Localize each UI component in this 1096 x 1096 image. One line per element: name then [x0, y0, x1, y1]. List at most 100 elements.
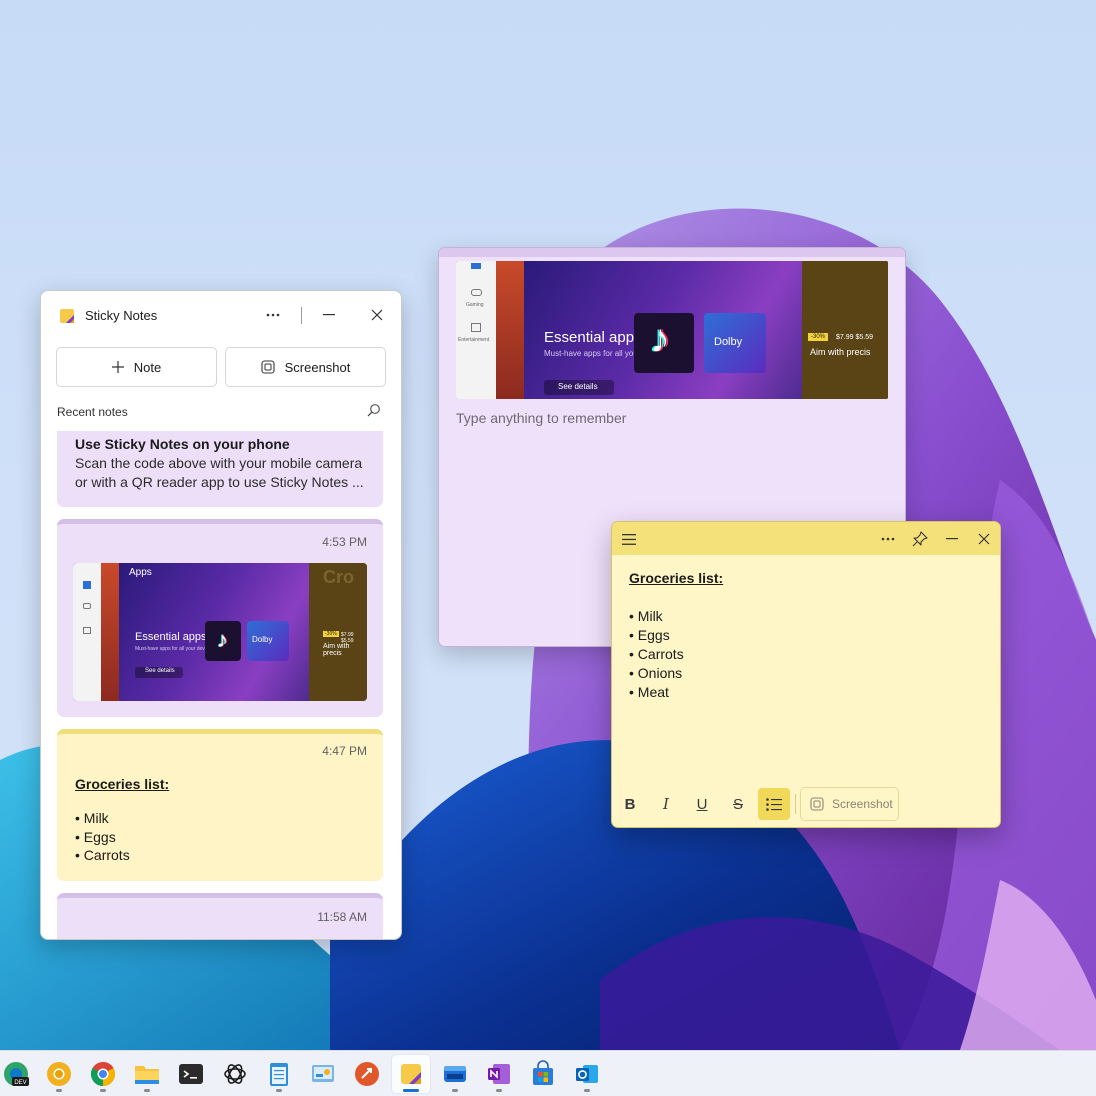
notepad-icon[interactable] [265, 1060, 293, 1088]
onenote-icon[interactable] [485, 1060, 513, 1088]
entertainment-icon [471, 323, 481, 332]
note-card-title: Groceries list: [75, 776, 170, 792]
store-sidebar: Gaming Entertainment [456, 261, 496, 399]
search-icon[interactable] [367, 403, 381, 417]
list-item[interactable]: • Meat [629, 684, 669, 700]
pin-button[interactable] [906, 525, 934, 553]
list-item[interactable]: • Milk [629, 608, 663, 624]
strikethrough-button[interactable]: S [722, 788, 754, 820]
microsoft-store-icon[interactable] [529, 1060, 557, 1088]
bullet-list-button[interactable] [758, 788, 790, 820]
bold-button[interactable]: B [614, 788, 646, 820]
running-indicator [496, 1089, 502, 1092]
running-indicator [100, 1089, 106, 1092]
list-item[interactable]: • Eggs [629, 627, 670, 643]
nav-gaming-label: Gaming [466, 302, 484, 308]
note-title-bar[interactable] [439, 248, 905, 257]
taskbar: DEV [0, 1050, 1096, 1096]
see-details-label: See details [558, 382, 598, 391]
recent-notes-list: Use Sticky Notes on your phone Scan the … [57, 431, 383, 939]
gaming-icon [83, 603, 91, 609]
title-bar[interactable]: Sticky Notes [41, 291, 401, 339]
note-card-time: 4:53 PM [322, 535, 367, 549]
home-icon [471, 263, 481, 269]
minimize-icon [323, 314, 335, 316]
ellipsis-icon [881, 537, 895, 541]
sticky-notes-logo-icon [60, 309, 74, 323]
note-screenshot-image: Gaming Entertainment Essential apps Must… [456, 261, 888, 399]
app-title: Sticky Notes [85, 308, 158, 323]
close-button[interactable] [361, 301, 393, 329]
tiktok-glyph: ♪ [650, 317, 670, 361]
control-panel-icon[interactable] [309, 1060, 337, 1088]
store-screenshot-thumbnail: Apps Essential apps Must-have apps for a… [73, 563, 367, 701]
screenshot-button[interactable]: Screenshot [800, 787, 899, 821]
more-options-button[interactable] [257, 301, 289, 329]
hamburger-icon [622, 533, 636, 545]
nav-entertainment-label: Entertainment [458, 337, 490, 343]
price-label: $7.99 $5.59 [836, 334, 873, 341]
active-indicator [403, 1089, 419, 1092]
screenshot-label: Screenshot [284, 359, 351, 375]
store-subline: Must-have apps for all your devices [135, 646, 214, 652]
yellow-note-window: Groceries list: • Milk • Eggs • Carrots … [611, 521, 1001, 828]
store-right-panel: -30% $7.99 $5.59 Aim with precis [802, 261, 888, 399]
notes-list-button[interactable] [615, 525, 643, 553]
running-indicator [452, 1089, 458, 1092]
note-title[interactable]: Groceries list: [629, 570, 723, 586]
close-button[interactable] [970, 525, 998, 553]
list-item[interactable]: • Onions [629, 665, 682, 681]
note-card-phone[interactable]: Use Sticky Notes on your phone Scan the … [57, 431, 383, 507]
close-icon [371, 309, 383, 321]
list-item[interactable]: • Carrots [629, 646, 684, 662]
discount-badge: -30% [323, 631, 339, 637]
terminal-icon[interactable] [177, 1060, 205, 1088]
file-explorer-icon[interactable] [133, 1060, 161, 1088]
note-card-screenshot[interactable]: 4:53 PM Apps Essential apps Must-have ap… [57, 519, 383, 717]
dev-badge: DEV [14, 1080, 26, 1086]
see-details-pill: See details [544, 380, 614, 395]
dolby-label: Dolby [714, 336, 743, 348]
new-note-button[interactable]: Note [56, 347, 217, 387]
italic-button[interactable]: I [650, 788, 682, 820]
store-right-panel: Cro -30% $7.99 $5.59 Aim with precis [309, 563, 367, 701]
aim-label: Aim with precis [810, 347, 871, 357]
sticky-notes-list-window: Sticky Notes Note Screenshot Recent note… [40, 290, 402, 940]
minimize-button[interactable] [938, 525, 966, 553]
chrome-icon[interactable] [89, 1060, 117, 1088]
toolbar-separator [795, 794, 796, 814]
plus-icon [111, 361, 124, 373]
note-card-title: Use Sticky Notes on your phone [75, 436, 290, 452]
store-headline: Essential apps [135, 631, 207, 643]
note-title-bar[interactable] [612, 522, 1000, 555]
remote-desktop-icon[interactable] [353, 1060, 381, 1088]
note-card-text: Scan the code above with your mobile cam… [75, 455, 364, 490]
note-card-empty[interactable]: 11:58 AM [57, 893, 383, 939]
chrome-canary-icon[interactable] [45, 1060, 73, 1088]
close-icon [978, 533, 990, 545]
bullet-list-icon [766, 797, 782, 811]
dolby-tile: Dolby [247, 621, 289, 661]
sticky-notes-icon[interactable] [397, 1060, 425, 1088]
discount-badge: -30% [808, 333, 829, 341]
dolby-tile: Dolby [704, 313, 766, 373]
underline-button[interactable]: U [686, 788, 718, 820]
outlook-icon[interactable] [573, 1060, 601, 1088]
screenshot-button[interactable]: Screenshot [225, 347, 386, 387]
pin-icon [912, 531, 928, 547]
more-options-button[interactable] [874, 525, 902, 553]
list-item: • Carrots [75, 847, 130, 863]
tiktok-tile: ♪ [634, 313, 694, 373]
chatgpt-icon[interactable] [221, 1060, 249, 1088]
media-player-icon[interactable] [441, 1060, 469, 1088]
note-body-placeholder[interactable]: Type anything to remember [456, 410, 626, 426]
tiktok-glyph: ♪ [217, 627, 228, 652]
store-headline: Essential apps [544, 329, 642, 346]
entertainment-icon [83, 627, 91, 634]
minimize-button[interactable] [313, 301, 345, 329]
gaming-icon [471, 289, 482, 296]
list-item: • Milk [75, 810, 109, 826]
note-card-groceries[interactable]: 4:47 PM Groceries list: • Milk • Eggs • … [57, 729, 383, 881]
home-icon [83, 581, 91, 589]
edge-dev-icon[interactable]: DEV [2, 1060, 30, 1088]
